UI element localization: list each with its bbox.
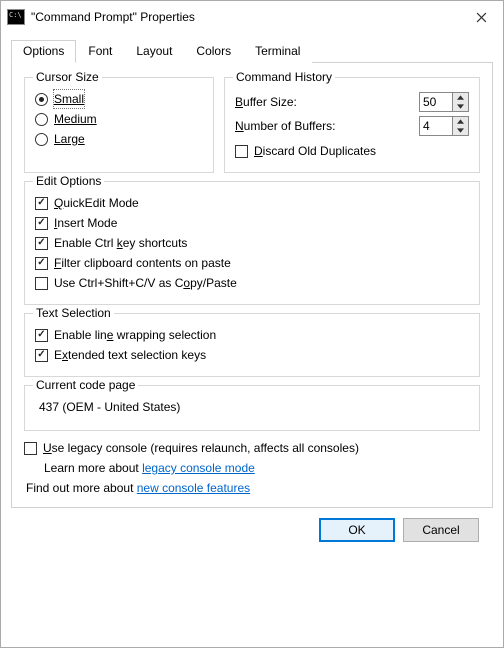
num-buffers-label: Number of Buffers: xyxy=(235,119,419,133)
checkbox-line-wrapping[interactable]: Enable line wrapping selection xyxy=(35,326,469,344)
checkbox-icon xyxy=(35,277,48,290)
codepage-value: 437 (OEM - United States) xyxy=(35,396,469,420)
cmd-icon xyxy=(7,9,25,25)
legacy-learn-more: Learn more about legacy console mode xyxy=(44,461,480,475)
checkbox-icon xyxy=(35,217,48,230)
spinner-up[interactable] xyxy=(453,117,468,126)
checkbox-icon xyxy=(35,237,48,250)
checkbox-discard-duplicates[interactable]: Discard Old Duplicates xyxy=(235,142,469,160)
radio-icon xyxy=(35,113,48,126)
group-edit-title: Edit Options xyxy=(33,174,104,188)
group-textsel-title: Text Selection xyxy=(33,306,114,320)
link-legacy-console[interactable]: legacy console mode xyxy=(142,461,255,475)
checkbox-label: QuickEdit Mode xyxy=(54,194,139,212)
checkbox-label: Insert Mode xyxy=(54,214,117,232)
options-panel: Cursor Size Small Medium Large Command H… xyxy=(11,63,493,508)
buffer-size-spinner[interactable] xyxy=(419,92,469,112)
spinner-down[interactable] xyxy=(453,126,468,135)
checkbox-filter-clipboard[interactable]: Filter clipboard contents on paste xyxy=(35,254,469,272)
close-button[interactable] xyxy=(459,2,503,32)
checkbox-legacy-console[interactable]: Use legacy console (requires relaunch, a… xyxy=(24,439,480,457)
group-codepage-title: Current code page xyxy=(33,378,138,392)
radio-label: Large xyxy=(54,132,85,146)
checkbox-label: Discard Old Duplicates xyxy=(254,142,376,160)
tab-layout[interactable]: Layout xyxy=(124,40,184,63)
checkbox-icon xyxy=(235,145,248,158)
num-buffers-input[interactable] xyxy=(419,116,453,136)
checkbox-label: Filter clipboard contents on paste xyxy=(54,254,231,272)
group-cursor-title: Cursor Size xyxy=(33,70,102,84)
radio-icon xyxy=(35,93,48,106)
title-bar: "Command Prompt" Properties xyxy=(1,1,503,33)
find-out-more: Find out more about new console features xyxy=(26,481,480,495)
dialog-buttons: OK Cancel xyxy=(11,508,493,552)
ok-button[interactable]: OK xyxy=(319,518,395,542)
checkbox-ctrl-shift-cv[interactable]: Use Ctrl+Shift+C/V as Copy/Paste xyxy=(35,274,469,292)
tab-font[interactable]: Font xyxy=(76,40,124,63)
checkbox-icon xyxy=(24,442,37,455)
radio-cursor-small[interactable]: Small xyxy=(35,90,203,108)
buffer-size-input[interactable] xyxy=(419,92,453,112)
checkbox-insert-mode[interactable]: Insert Mode xyxy=(35,214,469,232)
checkbox-icon xyxy=(35,257,48,270)
checkbox-quickedit[interactable]: QuickEdit Mode xyxy=(35,194,469,212)
checkbox-label: Use Ctrl+Shift+C/V as Copy/Paste xyxy=(54,274,237,292)
radio-cursor-medium[interactable]: Medium xyxy=(35,110,203,128)
checkbox-icon xyxy=(35,197,48,210)
checkbox-label: Enable line wrapping selection xyxy=(54,326,216,344)
group-edit-options: Edit Options QuickEdit Mode Insert Mode … xyxy=(24,181,480,305)
num-buffers-spinner[interactable] xyxy=(419,116,469,136)
checkbox-label: Use legacy console (requires relaunch, a… xyxy=(43,439,359,457)
tab-colors[interactable]: Colors xyxy=(184,40,243,63)
tab-options[interactable]: Options xyxy=(11,40,76,63)
radio-icon xyxy=(35,133,48,146)
radio-label: Medium xyxy=(54,112,97,126)
group-text-selection: Text Selection Enable line wrapping sele… xyxy=(24,313,480,377)
group-history-title: Command History xyxy=(233,70,335,84)
checkbox-icon xyxy=(35,349,48,362)
group-cursor-size: Cursor Size Small Medium Large xyxy=(24,77,214,173)
link-new-console-features[interactable]: new console features xyxy=(137,481,250,495)
checkbox-ctrl-shortcuts[interactable]: Enable Ctrl key shortcuts xyxy=(35,234,469,252)
spinner-up[interactable] xyxy=(453,93,468,102)
tab-bar: Options Font Layout Colors Terminal xyxy=(11,39,493,63)
radio-label: Small xyxy=(54,92,84,106)
radio-cursor-large[interactable]: Large xyxy=(35,130,203,148)
group-command-history: Command History Buffer Size: Number of B… xyxy=(224,77,480,173)
checkbox-label: Extended text selection keys xyxy=(54,346,206,364)
group-code-page: Current code page 437 (OEM - United Stat… xyxy=(24,385,480,431)
window-title: "Command Prompt" Properties xyxy=(31,10,459,24)
checkbox-extended-selection[interactable]: Extended text selection keys xyxy=(35,346,469,364)
cancel-button[interactable]: Cancel xyxy=(403,518,479,542)
checkbox-label: Enable Ctrl key shortcuts xyxy=(54,234,187,252)
buffer-size-label: Buffer Size: xyxy=(235,95,419,109)
spinner-down[interactable] xyxy=(453,102,468,111)
checkbox-icon xyxy=(35,329,48,342)
tab-terminal[interactable]: Terminal xyxy=(243,40,312,63)
close-icon xyxy=(476,12,487,23)
